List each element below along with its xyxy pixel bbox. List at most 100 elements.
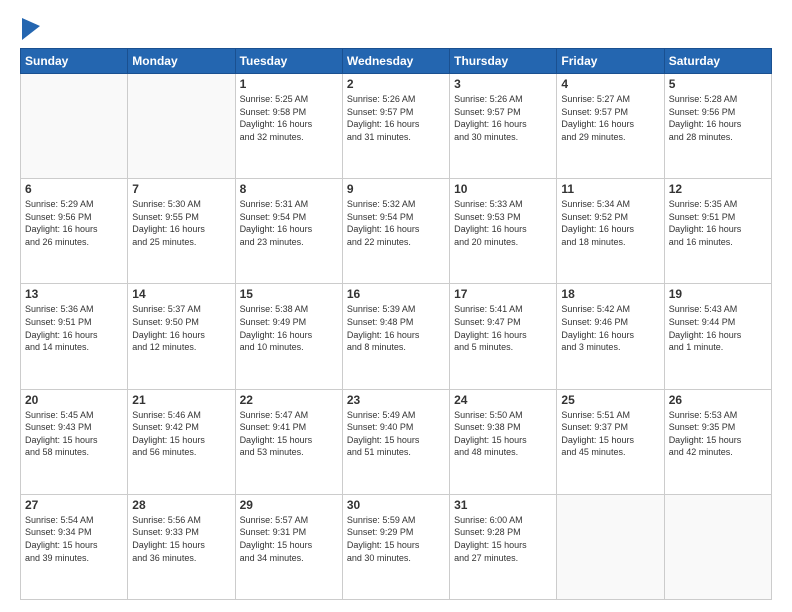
cell-info: Sunrise: 5:57 AM Sunset: 9:31 PM Dayligh… <box>240 514 338 564</box>
day-number: 5 <box>669 77 767 91</box>
calendar-cell: 4 Sunrise: 5:27 AM Sunset: 9:57 PM Daylig… <box>557 74 664 179</box>
day-number: 19 <box>669 287 767 301</box>
cell-info: Sunrise: 5:27 AM Sunset: 9:57 PM Dayligh… <box>561 93 659 143</box>
calendar-body: 1 Sunrise: 5:25 AM Sunset: 9:58 PM Daylig… <box>21 74 772 600</box>
calendar-cell: 6 Sunrise: 5:29 AM Sunset: 9:56 PM Daylig… <box>21 179 128 284</box>
cell-info: Sunrise: 5:38 AM Sunset: 9:49 PM Dayligh… <box>240 303 338 353</box>
day-number: 30 <box>347 498 445 512</box>
calendar-cell: 15Sunrise: 5:38 AM Sunset: 9:49 PM Dayli… <box>235 284 342 389</box>
weekday-header: Friday <box>557 49 664 74</box>
calendar-cell: 30 Sunrise: 5:59 AM Sunset: 9:29 PM Dayli… <box>342 494 449 599</box>
weekday-header: Tuesday <box>235 49 342 74</box>
cell-info: Sunrise: 5:33 AM Sunset: 9:53 PM Dayligh… <box>454 198 552 248</box>
calendar-table: SundayMondayTuesdayWednesdayThursdayFrid… <box>20 48 772 600</box>
day-number: 4 <box>561 77 659 91</box>
calendar-cell: 10 Sunrise: 5:33 AM Sunset: 9:53 PM Dayli… <box>450 179 557 284</box>
day-number: 18 <box>561 287 659 301</box>
calendar-week-row: 6 Sunrise: 5:29 AM Sunset: 9:56 PM Daylig… <box>21 179 772 284</box>
logo-icon <box>22 18 40 40</box>
day-number: 9 <box>347 182 445 196</box>
day-number: 20 <box>25 393 123 407</box>
cell-info: Sunrise: 5:45 AM Sunset: 9:43 PM Dayligh… <box>25 409 123 459</box>
cell-info: Sunrise: 5:43 AM Sunset: 9:44 PM Dayligh… <box>669 303 767 353</box>
cell-info: Sunrise: 5:53 AM Sunset: 9:35 PM Dayligh… <box>669 409 767 459</box>
calendar-cell: 25 Sunrise: 5:51 AM Sunset: 9:37 PM Dayli… <box>557 389 664 494</box>
day-number: 1 <box>240 77 338 91</box>
day-number: 11 <box>561 182 659 196</box>
calendar-cell: 7 Sunrise: 5:30 AM Sunset: 9:55 PM Daylig… <box>128 179 235 284</box>
calendar-cell <box>21 74 128 179</box>
calendar-cell: 22 Sunrise: 5:47 AM Sunset: 9:41 PM Dayli… <box>235 389 342 494</box>
day-number: 7 <box>132 182 230 196</box>
cell-info: Sunrise: 5:28 AM Sunset: 9:56 PM Dayligh… <box>669 93 767 143</box>
cell-info: Sunrise: 5:50 AM Sunset: 9:38 PM Dayligh… <box>454 409 552 459</box>
cell-info: Sunrise: 5:56 AM Sunset: 9:33 PM Dayligh… <box>132 514 230 564</box>
calendar-week-row: 20 Sunrise: 5:45 AM Sunset: 9:43 PM Dayli… <box>21 389 772 494</box>
calendar-cell: 18Sunrise: 5:42 AM Sunset: 9:46 PM Dayli… <box>557 284 664 389</box>
cell-info: Sunrise: 5:49 AM Sunset: 9:40 PM Dayligh… <box>347 409 445 459</box>
cell-info: Sunrise: 5:29 AM Sunset: 9:56 PM Dayligh… <box>25 198 123 248</box>
day-number: 31 <box>454 498 552 512</box>
calendar-cell: 24 Sunrise: 5:50 AM Sunset: 9:38 PM Dayli… <box>450 389 557 494</box>
calendar-cell: 20 Sunrise: 5:45 AM Sunset: 9:43 PM Dayli… <box>21 389 128 494</box>
day-number: 10 <box>454 182 552 196</box>
day-number: 6 <box>25 182 123 196</box>
cell-info: Sunrise: 5:39 AM Sunset: 9:48 PM Dayligh… <box>347 303 445 353</box>
calendar-cell: 29Sunrise: 5:57 AM Sunset: 9:31 PM Dayli… <box>235 494 342 599</box>
calendar-cell: 21Sunrise: 5:46 AM Sunset: 9:42 PM Dayli… <box>128 389 235 494</box>
cell-info: Sunrise: 5:26 AM Sunset: 9:57 PM Dayligh… <box>347 93 445 143</box>
calendar-cell: 23Sunrise: 5:49 AM Sunset: 9:40 PM Dayli… <box>342 389 449 494</box>
calendar-cell: 13 Sunrise: 5:36 AM Sunset: 9:51 PM Dayli… <box>21 284 128 389</box>
calendar-cell: 16 Sunrise: 5:39 AM Sunset: 9:48 PM Dayli… <box>342 284 449 389</box>
day-number: 2 <box>347 77 445 91</box>
calendar-cell <box>128 74 235 179</box>
calendar-week-row: 13 Sunrise: 5:36 AM Sunset: 9:51 PM Dayli… <box>21 284 772 389</box>
calendar-cell: 26 Sunrise: 5:53 AM Sunset: 9:35 PM Dayli… <box>664 389 771 494</box>
cell-info: Sunrise: 5:47 AM Sunset: 9:41 PM Dayligh… <box>240 409 338 459</box>
calendar-header-row: SundayMondayTuesdayWednesdayThursdayFrid… <box>21 49 772 74</box>
cell-info: Sunrise: 5:54 AM Sunset: 9:34 PM Dayligh… <box>25 514 123 564</box>
cell-info: Sunrise: 6:00 AM Sunset: 9:28 PM Dayligh… <box>454 514 552 564</box>
weekday-header: Saturday <box>664 49 771 74</box>
cell-info: Sunrise: 5:41 AM Sunset: 9:47 PM Dayligh… <box>454 303 552 353</box>
calendar-cell: 2 Sunrise: 5:26 AM Sunset: 9:57 PM Daylig… <box>342 74 449 179</box>
cell-info: Sunrise: 5:37 AM Sunset: 9:50 PM Dayligh… <box>132 303 230 353</box>
cell-info: Sunrise: 5:25 AM Sunset: 9:58 PM Dayligh… <box>240 93 338 143</box>
day-number: 24 <box>454 393 552 407</box>
day-number: 8 <box>240 182 338 196</box>
day-number: 28 <box>132 498 230 512</box>
calendar-week-row: 1 Sunrise: 5:25 AM Sunset: 9:58 PM Daylig… <box>21 74 772 179</box>
day-number: 16 <box>347 287 445 301</box>
calendar-cell: 5 Sunrise: 5:28 AM Sunset: 9:56 PM Daylig… <box>664 74 771 179</box>
calendar-cell: 19 Sunrise: 5:43 AM Sunset: 9:44 PM Dayli… <box>664 284 771 389</box>
day-number: 13 <box>25 287 123 301</box>
day-number: 17 <box>454 287 552 301</box>
cell-info: Sunrise: 5:51 AM Sunset: 9:37 PM Dayligh… <box>561 409 659 459</box>
cell-info: Sunrise: 5:26 AM Sunset: 9:57 PM Dayligh… <box>454 93 552 143</box>
calendar-cell: 27 Sunrise: 5:54 AM Sunset: 9:34 PM Dayli… <box>21 494 128 599</box>
weekday-header: Thursday <box>450 49 557 74</box>
calendar-week-row: 27 Sunrise: 5:54 AM Sunset: 9:34 PM Dayli… <box>21 494 772 599</box>
cell-info: Sunrise: 5:36 AM Sunset: 9:51 PM Dayligh… <box>25 303 123 353</box>
cell-info: Sunrise: 5:31 AM Sunset: 9:54 PM Dayligh… <box>240 198 338 248</box>
calendar-cell: 31 Sunrise: 6:00 AM Sunset: 9:28 PM Dayli… <box>450 494 557 599</box>
cell-info: Sunrise: 5:30 AM Sunset: 9:55 PM Dayligh… <box>132 198 230 248</box>
calendar-cell: 28 Sunrise: 5:56 AM Sunset: 9:33 PM Dayli… <box>128 494 235 599</box>
day-number: 12 <box>669 182 767 196</box>
calendar-cell: 9Sunrise: 5:32 AM Sunset: 9:54 PM Daylig… <box>342 179 449 284</box>
cell-info: Sunrise: 5:34 AM Sunset: 9:52 PM Dayligh… <box>561 198 659 248</box>
calendar-cell: 12Sunrise: 5:35 AM Sunset: 9:51 PM Dayli… <box>664 179 771 284</box>
calendar-cell <box>664 494 771 599</box>
weekday-header: Wednesday <box>342 49 449 74</box>
calendar-cell <box>557 494 664 599</box>
day-number: 27 <box>25 498 123 512</box>
calendar-cell: 14Sunrise: 5:37 AM Sunset: 9:50 PM Dayli… <box>128 284 235 389</box>
logo <box>20 18 40 40</box>
weekday-header: Monday <box>128 49 235 74</box>
cell-info: Sunrise: 5:59 AM Sunset: 9:29 PM Dayligh… <box>347 514 445 564</box>
day-number: 25 <box>561 393 659 407</box>
day-number: 21 <box>132 393 230 407</box>
day-number: 26 <box>669 393 767 407</box>
day-number: 22 <box>240 393 338 407</box>
calendar-cell: 11 Sunrise: 5:34 AM Sunset: 9:52 PM Dayli… <box>557 179 664 284</box>
